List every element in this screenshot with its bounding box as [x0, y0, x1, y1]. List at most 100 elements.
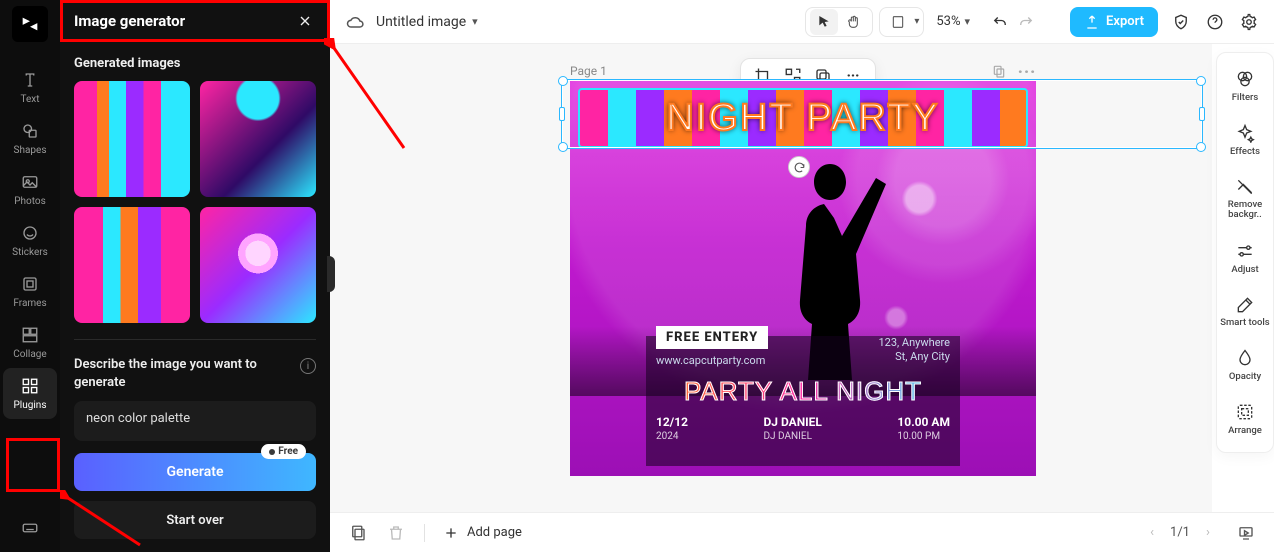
panel-header: Image generator [60, 0, 330, 42]
left-rail: Text Shapes Photos Stickers Frames Colla… [0, 0, 60, 552]
rail-photos[interactable]: Photos [3, 164, 57, 215]
rail-shapes[interactable]: Shapes [3, 113, 57, 164]
panel-splitter[interactable] [327, 256, 335, 292]
rail-frames-label: Frames [13, 298, 46, 309]
pointer-hand-segment [805, 7, 873, 37]
doc-name-text: Untitled image [376, 14, 466, 30]
cloud-sync-icon[interactable] [344, 11, 366, 33]
rr-arrange[interactable]: Arrange [1217, 394, 1273, 444]
address-line-1: 123, Anywhere [878, 336, 950, 350]
rr-adjust[interactable]: Adjust [1217, 233, 1273, 283]
describe-label: Describe the image you want to generate [74, 356, 292, 391]
start-over-button[interactable]: Start over [74, 501, 316, 539]
rail-plugins-label: Plugins [14, 400, 47, 411]
bb-sep [424, 524, 425, 542]
sel-handle-w[interactable] [559, 107, 565, 121]
sel-handle-nw[interactable] [558, 76, 568, 86]
generated-images-title: Generated images [74, 56, 316, 71]
rail-stickers-label: Stickers [12, 247, 48, 258]
rr-filters[interactable]: Filters [1217, 61, 1273, 111]
info-icon[interactable]: i [300, 358, 316, 374]
image-generator-panel: Image generator Generated images Describ… [60, 0, 330, 552]
generate-button[interactable]: Free Generate [74, 453, 316, 491]
rr-effects[interactable]: Effects [1217, 115, 1273, 165]
rail-shapes-label: Shapes [14, 145, 47, 156]
rail-collage[interactable]: Collage [3, 317, 57, 368]
generated-thumb-2[interactable] [200, 81, 316, 197]
rr-adjust-label: Adjust [1231, 264, 1258, 275]
prompt-input[interactable]: neon color palette [74, 401, 316, 441]
rail-photos-label: Photos [14, 196, 46, 207]
export-button[interactable]: Export [1070, 7, 1158, 37]
generated-thumb-3[interactable] [74, 207, 190, 323]
rotate-handle[interactable] [788, 156, 810, 178]
generated-thumb-4[interactable] [200, 207, 316, 323]
art-date-2: 2024 [656, 431, 688, 442]
undo-button[interactable] [988, 10, 1012, 34]
sel-handle-ne[interactable] [1196, 76, 1206, 86]
rail-stickers[interactable]: Stickers [3, 215, 57, 266]
generated-thumb-1[interactable] [74, 81, 190, 197]
artboard-size-segment[interactable]: ▾ [879, 7, 924, 37]
generate-btn-label: Generate [167, 464, 224, 480]
art-info-panel: FREE ENTERY www.capcutparty.com 123, Any… [646, 336, 960, 466]
document-name[interactable]: Untitled image ▾ [376, 14, 478, 30]
free-entry-badge: FREE ENTERY [656, 326, 768, 349]
pointer-tool[interactable] [810, 9, 838, 35]
sel-handle-e[interactable] [1199, 107, 1205, 121]
design-canvas[interactable]: NIGHT PARTY FREE ENTERY www.capcutparty.… [570, 80, 1036, 476]
address-line-2: St, Any City [878, 350, 950, 364]
art-time-1: 10.00 AM [897, 415, 950, 429]
chevron-down-icon: ▾ [914, 16, 919, 27]
selection-box[interactable] [562, 80, 1202, 148]
rr-effects-label: Effects [1230, 146, 1260, 157]
art-website: www.capcutparty.com [656, 354, 765, 367]
sel-handle-se[interactable] [1196, 142, 1206, 152]
panel-title: Image generator [74, 12, 185, 30]
rail-plugins[interactable]: Plugins [3, 368, 57, 419]
add-page-button[interactable]: Add page [443, 525, 522, 541]
sel-handle-sw[interactable] [558, 142, 568, 152]
zoom-dropdown[interactable]: 53% ▾ [930, 14, 976, 29]
rr-removebg[interactable]: Remove backgr.. [1217, 169, 1273, 229]
shapes-icon [20, 121, 40, 141]
add-page-label: Add page [467, 525, 522, 540]
duplicate-page-icon[interactable] [990, 62, 1008, 80]
rr-smarttools[interactable]: Smart tools [1217, 287, 1273, 336]
shield-icon[interactable] [1170, 11, 1192, 33]
zoom-value: 53% [936, 14, 960, 29]
rr-arrange-label: Arrange [1228, 425, 1262, 436]
close-panel-button[interactable] [294, 10, 316, 32]
rr-opacity[interactable]: Opacity [1217, 340, 1273, 390]
prev-page[interactable]: ‹ [1144, 525, 1160, 541]
chevron-down-icon: ▾ [472, 15, 478, 28]
more-page-icon[interactable]: ··· [1018, 62, 1036, 80]
settings-icon[interactable] [1238, 11, 1260, 33]
delete-page-icon[interactable] [386, 523, 406, 543]
rail-keyboard[interactable] [3, 510, 57, 546]
rail-frames[interactable]: Frames [3, 266, 57, 317]
pages-icon[interactable] [348, 523, 368, 543]
next-page[interactable]: › [1200, 525, 1216, 541]
art-address: 123, Anywhere St, Any City [878, 336, 950, 365]
panel-divider [74, 339, 316, 340]
rr-smarttools-label: Smart tools [1220, 318, 1269, 328]
canvas-area[interactable]: Page 1 ··· ··· NIGHT PARTY FREE ENTERY w… [330, 44, 1212, 512]
keyboard-icon [20, 518, 40, 538]
frames-icon [20, 274, 40, 294]
page-label: Page 1 [570, 64, 607, 78]
artboard-icon [884, 9, 912, 35]
help-icon[interactable] [1204, 11, 1226, 33]
hand-tool[interactable] [840, 9, 868, 35]
text-icon [20, 70, 40, 90]
art-date-1: 12/12 [656, 415, 688, 429]
app-logo[interactable] [12, 6, 48, 42]
right-rail: Filters Effects Remove backgr.. Adjust S… [1216, 52, 1274, 453]
plugins-icon [20, 376, 40, 396]
rail-text[interactable]: Text [3, 62, 57, 113]
present-icon[interactable] [1236, 523, 1256, 543]
rr-filters-label: Filters [1232, 92, 1259, 103]
rail-text-label: Text [20, 94, 39, 105]
page-counter: 1/1 [1170, 525, 1190, 540]
redo-button[interactable] [1014, 10, 1038, 34]
